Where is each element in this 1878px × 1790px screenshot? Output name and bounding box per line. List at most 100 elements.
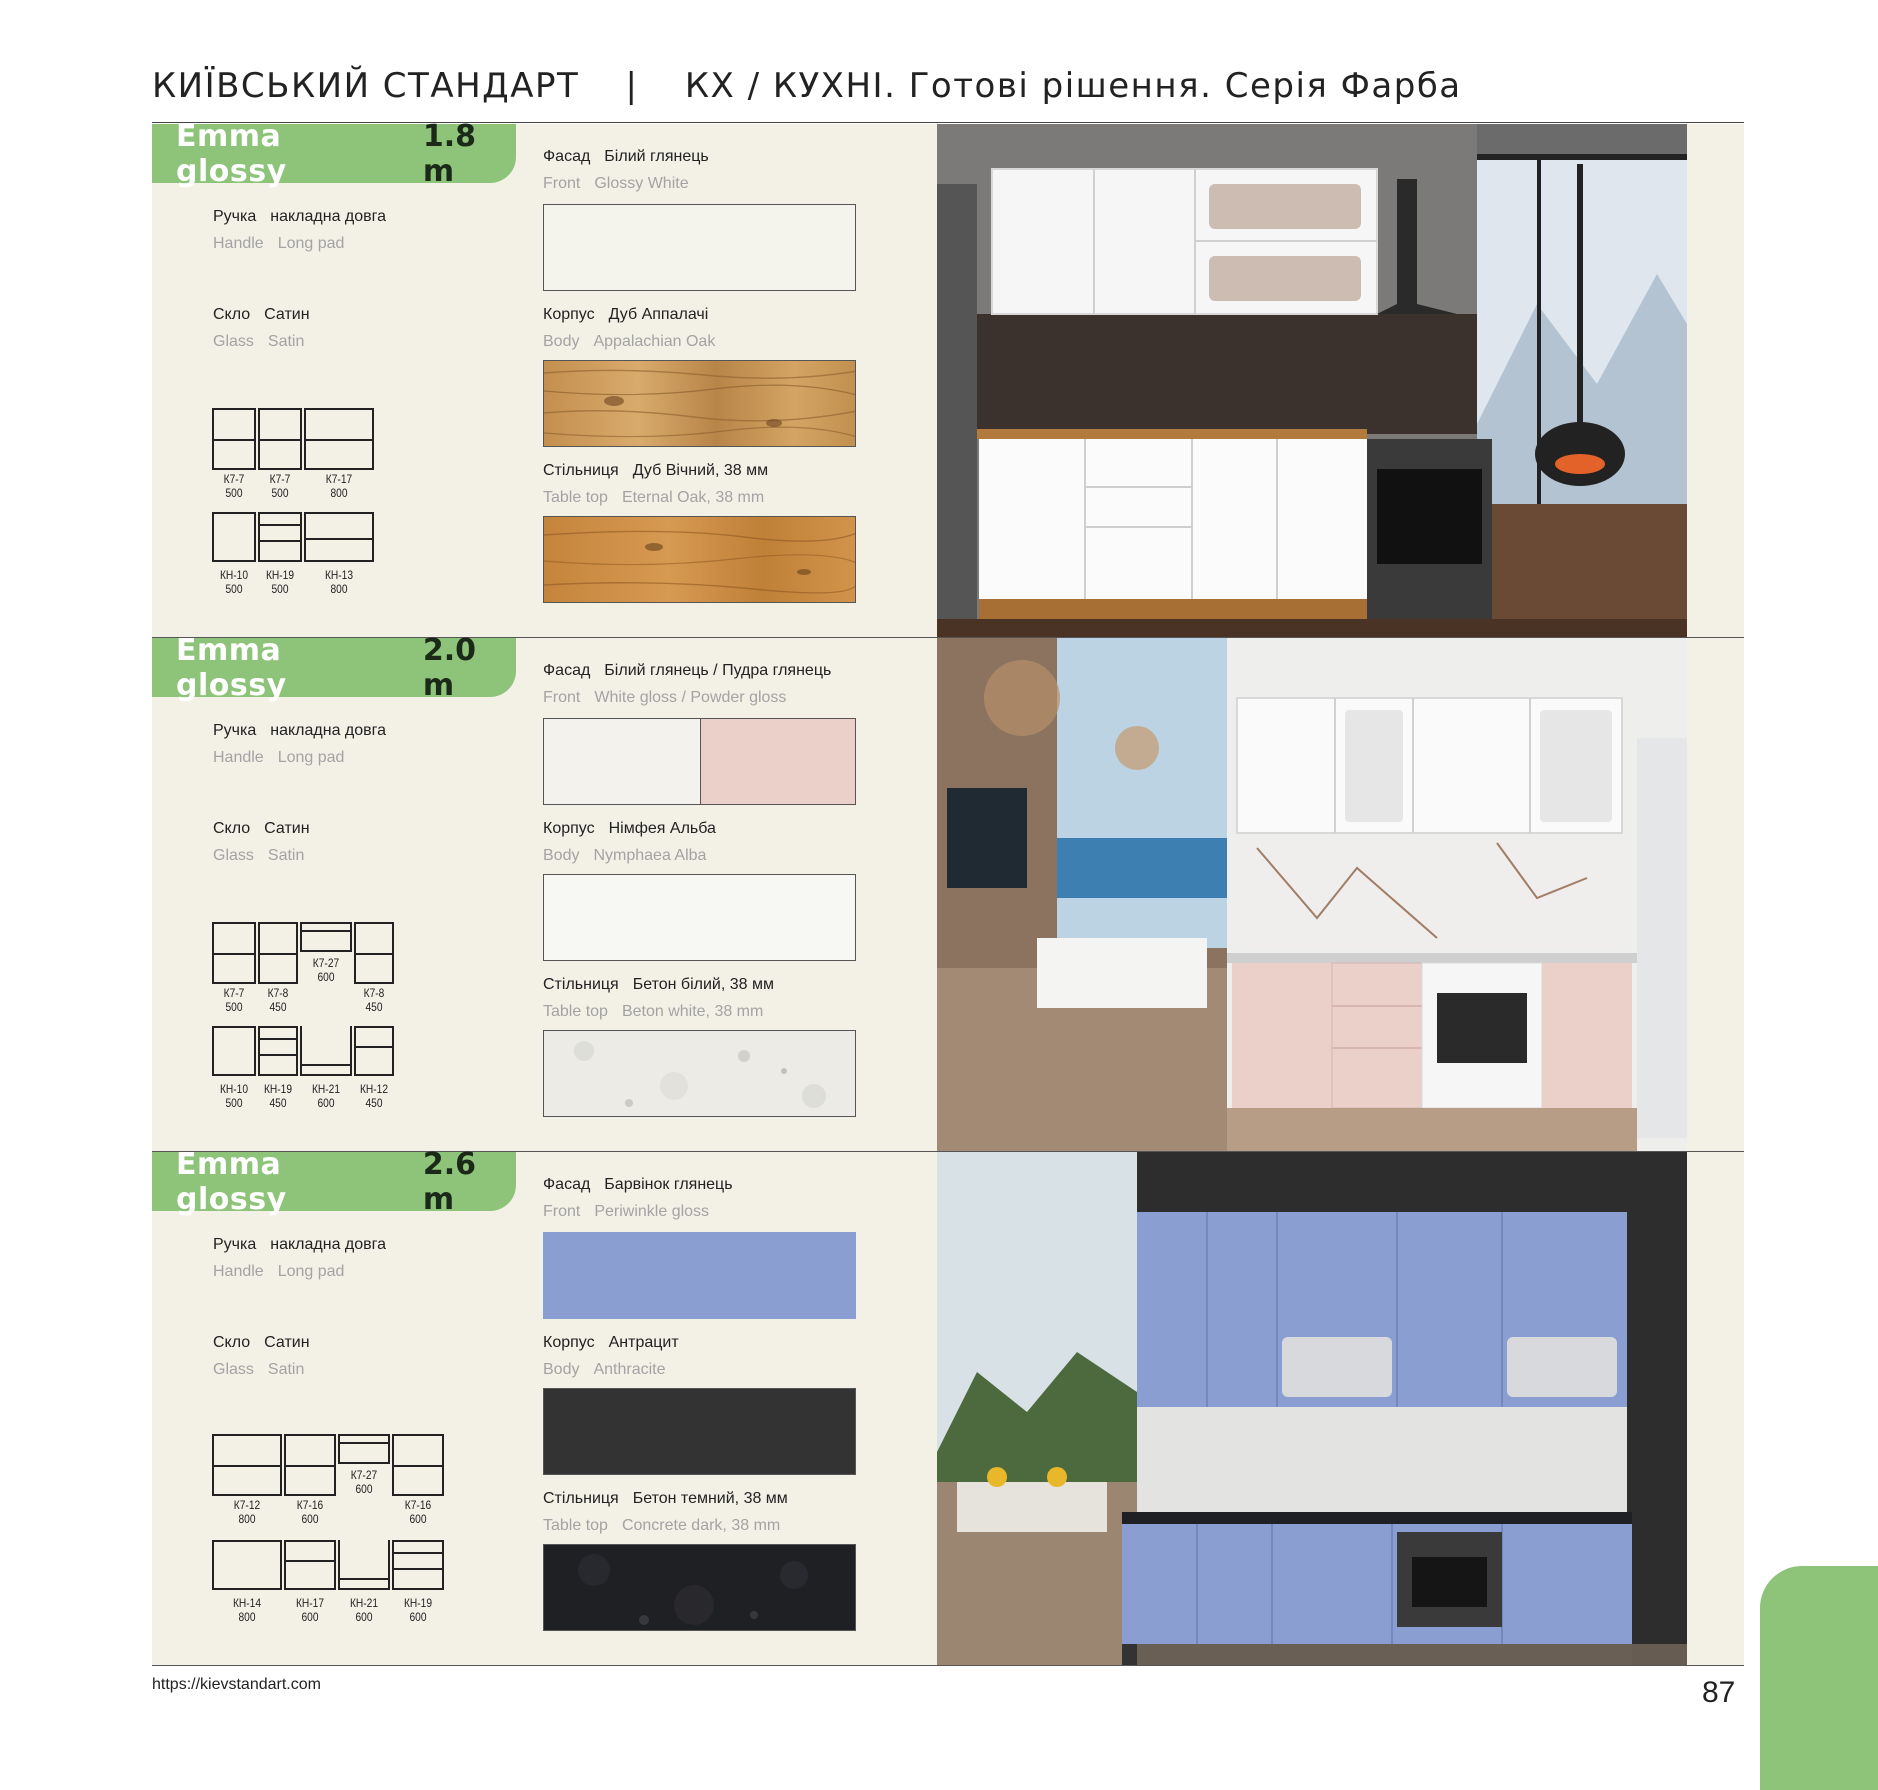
module-label: 600 — [317, 970, 335, 984]
tabletop-swatch — [543, 1030, 856, 1117]
section-title-tab: Emma glossy 2.0 m — [152, 633, 516, 703]
spec-key: Стільниця — [543, 1490, 619, 1507]
front-spec: Фасад Білий глянець Front Glossy White — [543, 148, 709, 193]
module-outline — [258, 408, 302, 470]
module-outline — [212, 408, 256, 470]
header-separator: | — [625, 66, 639, 106]
glass-spec: Скло Сатин Glass Satin — [213, 820, 310, 865]
module-label: 800 — [330, 486, 348, 500]
module-label: К7-27 — [350, 1468, 378, 1482]
module-label: К7-7 — [223, 472, 245, 486]
module-label: 600 — [301, 1512, 319, 1526]
body-spec: Корпус Німфея Альба Body Nymphaea Alba — [543, 820, 716, 865]
module-label: 450 — [365, 1000, 383, 1014]
kitchen-section-1: Emma glossy 1.8 m Ручка накладна довга Ha… — [152, 119, 1744, 638]
model-name: Emma glossy — [176, 632, 287, 703]
footer-url[interactable]: https://kievstandart.com — [152, 1676, 321, 1694]
module-outline — [354, 922, 394, 984]
module-outline — [304, 512, 374, 562]
spec-key: Корпус — [543, 1334, 595, 1351]
spec-value-en: White gloss / Powder gloss — [594, 689, 787, 706]
spec-key-en: Body — [543, 333, 580, 350]
module-label: 800 — [238, 1512, 256, 1526]
spec-key-en: Table top — [543, 1003, 608, 1020]
module-caption: К7-16 600 — [285, 1498, 336, 1526]
module-caption: КН-17 600 — [285, 1596, 336, 1624]
spec-key: Корпус — [543, 306, 595, 323]
tabletop-swatch — [543, 516, 856, 603]
handle-spec: Ручка накладна довга Handle Long pad — [213, 722, 386, 767]
module-outline — [300, 1026, 352, 1076]
module-caption: КН-21 600 — [301, 1082, 352, 1110]
module-label: КН-12 — [359, 1082, 389, 1096]
module-outline — [258, 922, 298, 984]
spec-value: Бетон білий, 38 мм — [632, 976, 774, 993]
tabletop-spec: Стільниця Бетон білий, 38 мм Table top Bet… — [543, 976, 774, 1021]
module-label: КН-19 — [263, 1082, 293, 1096]
module-label: КН-10 — [219, 568, 249, 582]
spec-value: накладна довга — [270, 722, 387, 739]
spec-key: Корпус — [543, 820, 595, 837]
spec-key: Ручка — [213, 1236, 257, 1253]
spec-key: Ручка — [213, 208, 257, 225]
front-swatch — [543, 204, 856, 291]
spec-value: Дуб Аппалачі — [608, 306, 709, 323]
spec-value-en: Appalachian Oak — [593, 333, 716, 350]
glass-spec: Скло Сатин Glass Satin — [213, 1334, 310, 1379]
front-swatch — [543, 1232, 856, 1319]
spec-key-en: Table top — [543, 489, 608, 506]
module-label: 800 — [330, 582, 348, 596]
module-caption: К7-17 800 — [314, 472, 365, 500]
module-label: К7-27 — [312, 956, 340, 970]
kitchen-photo — [937, 124, 1687, 637]
section-title-tab: Emma glossy 2.6 m — [152, 1147, 516, 1217]
module-outline — [212, 1540, 282, 1590]
glass-spec: Скло Сатин Glass Satin — [213, 306, 310, 351]
module-label: 600 — [409, 1610, 427, 1624]
spec-value: накладна довга — [270, 1236, 387, 1253]
module-caption: К7-7 500 — [209, 472, 260, 500]
kitchen-section-3: Emma glossy 2.6 m Ручка накладна довга Ha… — [152, 1147, 1744, 1666]
module-label: 600 — [355, 1482, 373, 1496]
spec-value: Дуб Вічний, 38 мм — [632, 462, 769, 479]
spec-value-en: Satin — [267, 333, 305, 350]
module-caption: КН-13 800 — [314, 568, 365, 596]
page-number: 87 — [1702, 1676, 1736, 1709]
spec-key-en: Body — [543, 1361, 580, 1378]
module-label: 500 — [271, 486, 289, 500]
module-label: К7-7 — [269, 472, 291, 486]
module-label: 600 — [355, 1610, 373, 1624]
module-label: КН-19 — [403, 1596, 433, 1610]
spec-value-en: Nymphaea Alba — [593, 847, 707, 864]
module-caption: КН-19 500 — [255, 568, 306, 596]
spec-key-en: Glass — [213, 847, 254, 864]
spec-value: Сатин — [264, 1334, 310, 1351]
spec-key-en: Glass — [213, 333, 254, 350]
spec-key-en: Table top — [543, 1517, 608, 1534]
spec-key: Скло — [213, 306, 251, 323]
body-spec: Корпус Дуб Аппалачі Body Appalachian Oak — [543, 306, 715, 351]
spec-key-en: Glass — [213, 1361, 254, 1378]
module-label: 450 — [365, 1096, 383, 1110]
spec-value-en: Long pad — [277, 1263, 345, 1280]
module-caption: К7-8 450 — [349, 986, 400, 1014]
spec-key: Скло — [213, 1334, 251, 1351]
module-outline — [392, 1540, 444, 1590]
body-swatch — [543, 874, 856, 961]
module-outline — [284, 1540, 336, 1590]
module-caption: КН-19 450 — [253, 1082, 304, 1110]
body-swatch — [543, 1388, 856, 1475]
spec-value-en: Eternal Oak, 38 mm — [621, 489, 765, 506]
spec-key-en: Handle — [213, 749, 264, 766]
spec-key: Фасад — [543, 148, 591, 165]
handle-spec: Ручка накладна довга Handle Long pad — [213, 1236, 386, 1281]
page-title: КХ / КУХНІ. Готові рішення. Серія Фарба — [684, 66, 1462, 106]
spec-key-en: Handle — [213, 1263, 264, 1280]
spec-value-en: Anthracite — [593, 1361, 666, 1378]
module-outline — [304, 408, 374, 470]
module-outline — [212, 512, 256, 562]
spec-value-en: Concrete dark, 38 mm — [621, 1517, 781, 1534]
model-size: 2.0 m — [422, 632, 476, 703]
module-caption: К7-8 450 — [253, 986, 304, 1014]
module-label: КН-14 — [232, 1596, 262, 1610]
